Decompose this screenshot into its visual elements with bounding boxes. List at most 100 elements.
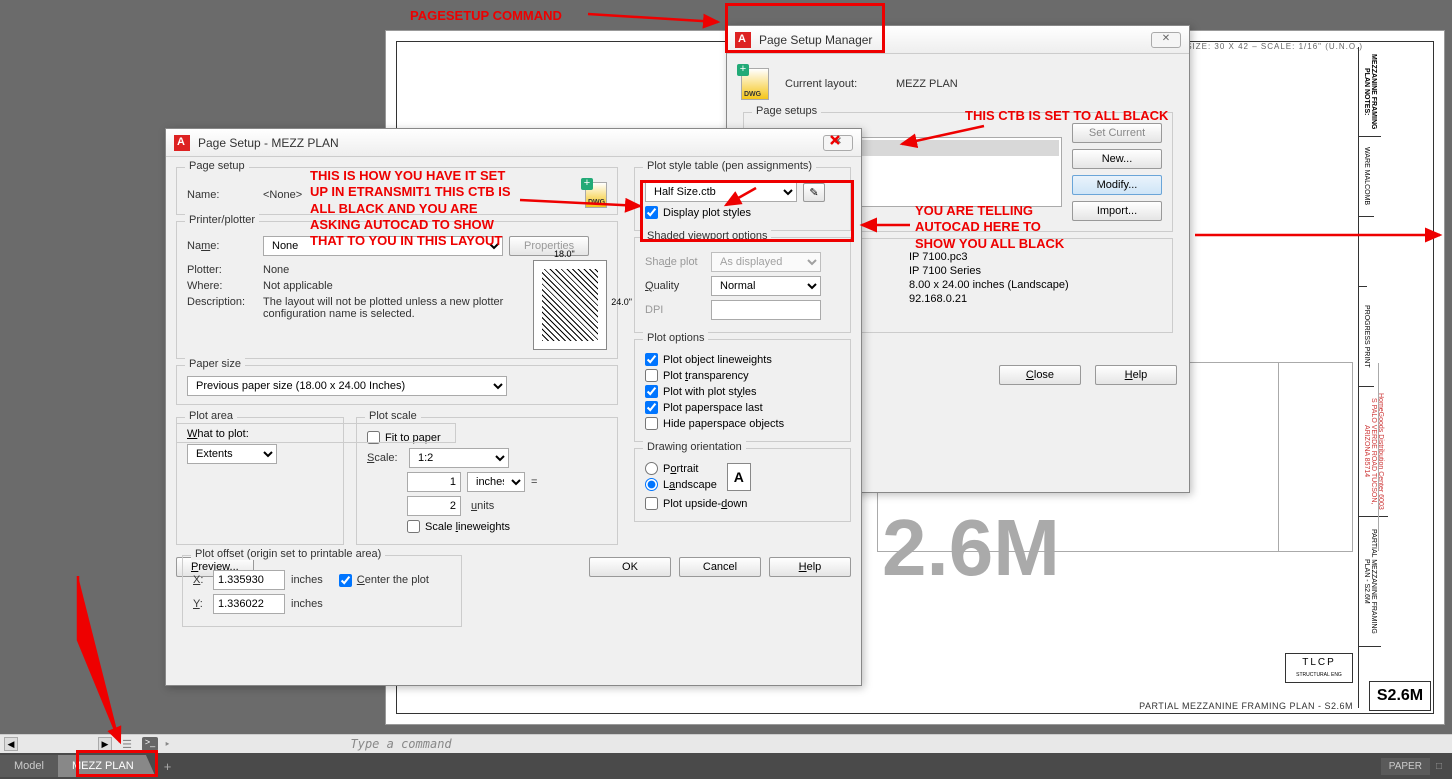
cancel-button[interactable]: Cancel xyxy=(679,557,761,577)
desc-label: Description: xyxy=(187,296,257,308)
tb-cell-progress: PROGRESS PRINT xyxy=(1359,287,1374,387)
opt-plot-styles[interactable] xyxy=(645,385,658,398)
anno-pagesetup-cmd: PAGESETUP COMMAND xyxy=(410,8,562,24)
detail-value: 92.168.0.21 xyxy=(909,293,967,305)
x-offset-input[interactable] xyxy=(213,570,285,590)
equals-sign: = xyxy=(531,476,537,488)
shade-plot-label: Shade plot xyxy=(645,256,705,268)
center-plot-label: Center the plot xyxy=(357,574,429,586)
opt-hide-paperspace[interactable] xyxy=(645,417,658,430)
tlcp-logo: TLCP STRUCTURAL ENG xyxy=(1285,653,1353,683)
help-button[interactable]: Help xyxy=(1095,365,1177,385)
tb-firm-text: WARE MALCOMB xyxy=(1363,147,1370,205)
ps-name-label: Name: xyxy=(187,189,257,201)
tab-model[interactable]: Model xyxy=(0,755,58,777)
tb-cell-firm: WARE MALCOMB xyxy=(1359,137,1374,217)
psm-titlebar[interactable]: Page Setup Manager ✕ xyxy=(727,26,1189,54)
tb-cell-project: HomeGoods Distribution Center 6003 S PAL… xyxy=(1359,387,1388,517)
landscape-label: Landscape xyxy=(663,479,717,491)
tb-sheet-title-text: PARTIAL MEZZANINE FRAMING PLAN - S2.6M xyxy=(1363,521,1377,642)
ctb-select[interactable]: Half Size.ctb xyxy=(645,182,797,202)
scroll-left-icon[interactable]: ◀ xyxy=(4,737,18,751)
scale-lineweights-label: Scale lineweights xyxy=(425,521,510,533)
detail-value: IP 7100 Series xyxy=(909,265,981,277)
import-button[interactable]: Import... xyxy=(1072,201,1162,221)
opt-paperspace-last-label: Plot paperspace last xyxy=(663,402,763,414)
status-grid-icon[interactable]: □ xyxy=(1436,761,1442,772)
ok-button[interactable]: OK xyxy=(589,557,671,577)
psm-page-setups-legend: Page setups xyxy=(752,105,821,117)
y-offset-input[interactable] xyxy=(213,594,285,614)
scale-lineweights-checkbox[interactable] xyxy=(407,520,420,533)
tb-cell-notes: MEZZANINE FRAMING PLAN NOTES: xyxy=(1359,47,1381,137)
scale-units-select[interactable]: inches xyxy=(467,472,525,492)
command-input[interactable]: Type a command xyxy=(351,737,452,751)
plot-area-legend: Plot area xyxy=(185,410,237,422)
upside-down-label: Plot upside-down xyxy=(663,498,747,510)
tab-mezz-plan[interactable]: MEZZ PLAN xyxy=(58,755,156,777)
plan-footer-title: PARTIAL MEZZANINE FRAMING PLAN - S2.6M xyxy=(1139,701,1353,711)
dpi-input xyxy=(711,300,821,320)
scale-num2[interactable] xyxy=(407,496,461,516)
what-to-plot-select[interactable]: Extents xyxy=(187,444,277,464)
scale-num1[interactable] xyxy=(407,472,461,492)
psm-title: Page Setup Manager xyxy=(759,33,872,47)
paper-model-toggle[interactable]: PAPER xyxy=(1381,758,1430,775)
ctb-edit-icon[interactable]: ✎ xyxy=(803,183,825,202)
quality-label: Quality xyxy=(645,280,705,292)
upside-down-checkbox[interactable] xyxy=(645,497,658,510)
x-units: inches xyxy=(291,574,323,586)
set-current-button[interactable]: Set Current xyxy=(1072,123,1162,143)
scale-label: Scale: xyxy=(367,452,403,464)
opt-lineweights[interactable] xyxy=(645,353,658,366)
ps-page-setup-legend: Page setup xyxy=(185,160,249,172)
opt-lineweights-label: Plot object lineweights xyxy=(663,354,772,366)
detail-value: 8.00 x 24.00 inches (Landscape) xyxy=(909,279,1069,291)
close-button[interactable]: CCloselose xyxy=(999,365,1081,385)
psm-current-layout-label: Current layout: xyxy=(785,78,880,90)
scroll-right-icon[interactable]: ▶ xyxy=(98,737,112,751)
units-label: units xyxy=(467,500,525,512)
command-caret: ‣ xyxy=(164,738,171,751)
dpi-label: DPI xyxy=(645,304,705,316)
center-plot-checkbox[interactable] xyxy=(339,574,352,587)
paper-size-select[interactable]: Previous paper size (18.00 x 24.00 Inche… xyxy=(187,376,507,396)
shade-plot-select: As displayed xyxy=(711,252,821,272)
display-plot-styles-checkbox[interactable] xyxy=(645,206,658,219)
paper-preview: 18.0" 24.0" xyxy=(533,260,607,350)
opt-transparency[interactable] xyxy=(645,369,658,382)
dwg-icon xyxy=(585,182,607,208)
properties-button[interactable]: Properties xyxy=(509,236,589,256)
quality-select[interactable]: Normal xyxy=(711,276,821,296)
ps-title: Page Setup - MEZZ PLAN xyxy=(198,136,339,150)
scroll-menu-icon[interactable]: ☰ xyxy=(112,738,142,751)
new-button[interactable]: New... xyxy=(1072,149,1162,169)
psm-current-layout-value: MEZZ PLAN xyxy=(896,78,958,90)
plot-style-legend: Plot style table (pen assignments) xyxy=(643,160,816,172)
bottom-scrollbar[interactable]: ◀ ▶ ☰ >_ ‣ Type a command xyxy=(0,734,1452,753)
tb-progress-text: PROGRESS PRINT xyxy=(1363,305,1370,368)
landscape-radio[interactable] xyxy=(645,478,658,491)
plot-scale-legend: Plot scale xyxy=(365,410,421,422)
portrait-radio[interactable] xyxy=(645,462,658,475)
layout-tab-bar: Model MEZZ PLAN + PAPER □ xyxy=(0,753,1452,779)
y-label: Y: xyxy=(193,598,207,610)
plotter-name-value: None xyxy=(263,264,289,276)
help-button[interactable]: Help xyxy=(769,557,851,577)
opt-paperspace-last[interactable] xyxy=(645,401,658,414)
display-plot-styles-label: Display plot styles xyxy=(663,207,751,219)
opt-plot-styles-label: Plot with plot styles xyxy=(663,386,757,398)
close-icon[interactable]: ✕ xyxy=(1151,32,1181,48)
detail-value: IP 7100.pc3 xyxy=(909,251,968,263)
preview-w: 18.0" xyxy=(554,249,575,259)
x-label: X: xyxy=(193,574,207,586)
anno-ctb-black: THIS CTB IS SET TO ALL BLACK xyxy=(965,108,1168,124)
ps-titlebar[interactable]: Page Setup - MEZZ PLAN ✕ xyxy=(166,129,861,157)
ps-printer-legend: Printer/plotter xyxy=(185,214,259,226)
opt-hide-paperspace-label: Hide paperspace objects xyxy=(663,418,784,430)
scale-select[interactable]: 1:2 xyxy=(409,448,509,468)
add-layout-button[interactable]: + xyxy=(156,754,180,779)
modify-button[interactable]: Modify... xyxy=(1072,175,1162,195)
close-icon[interactable]: ✕ xyxy=(823,135,853,151)
autocad-app-icon xyxy=(174,135,190,151)
